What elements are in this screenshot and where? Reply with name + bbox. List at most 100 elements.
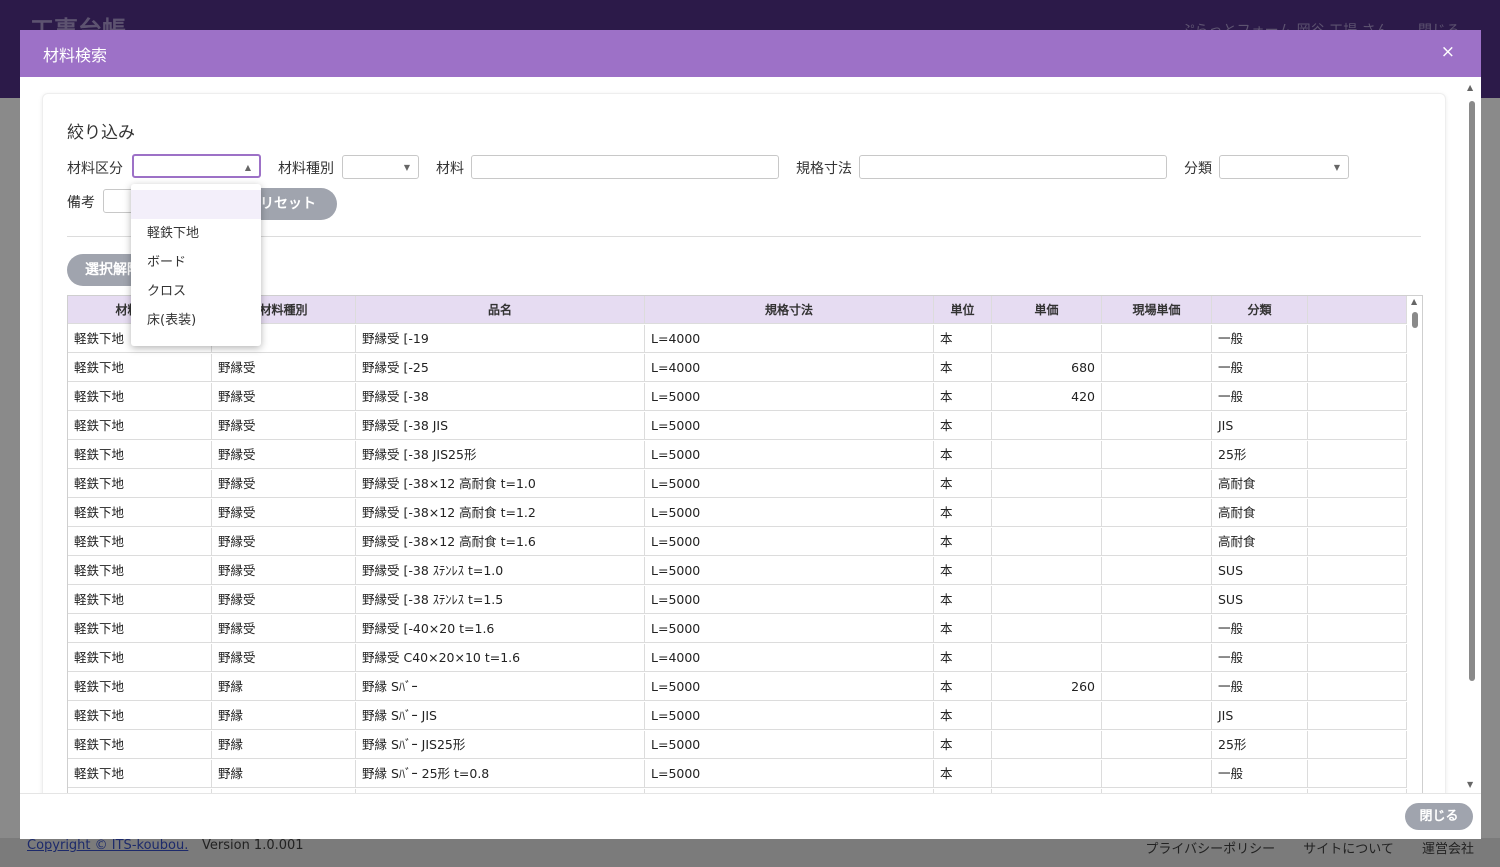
dropdown-option[interactable]: 床(表装)	[131, 306, 261, 335]
table-row[interactable]: 軽鉄下地 野縁受 野縁受 [-38 JIS25形 L=5000 本 25形	[68, 441, 1407, 470]
column-header: 現場単価	[1102, 296, 1212, 324]
table-cell: 野縁受	[212, 412, 356, 440]
table-cell: 野縁 Sﾊﾞｰ JIS25形	[356, 731, 645, 759]
spec-input[interactable]	[859, 155, 1167, 179]
column-header: 単価	[992, 296, 1102, 324]
footer-links: プライバシーポリシー サイトについて 運営会社	[1121, 838, 1474, 857]
table-row[interactable]: 軽鉄下地 野縁受 野縁受 [-38 L=5000 本 420 一般	[68, 383, 1407, 412]
material-label: 材料	[436, 161, 464, 177]
table-cell: 野縁受 [-19	[356, 325, 645, 353]
dropdown-option[interactable]	[131, 190, 261, 219]
table-scrollbar[interactable]: ▲	[1409, 296, 1421, 793]
table-cell	[992, 470, 1102, 498]
table-row[interactable]: 軽鉄下地 野縁 野縁 Sﾊﾞｰ JIS L=5000 本 JIS	[68, 702, 1407, 731]
table-cell: L=4000	[645, 325, 934, 353]
table-cell	[1102, 325, 1212, 353]
material-search-modal: 材料検索 × 絞り込み 材料区分 ▲ 材料種別 ▼ 材料 規格寸法 分類 ▼ 備…	[20, 30, 1481, 839]
chevron-down-icon: ▼	[403, 163, 410, 172]
table-row[interactable]: 軽鉄下地 野縁受 野縁受 [-38 JIS L=5000 本 JIS	[68, 412, 1407, 441]
app-footer: Copyright © ITS-koubou. Version 1.0.001 …	[0, 838, 1500, 867]
table-cell: 野縁受	[212, 470, 356, 498]
scroll-thumb[interactable]	[1412, 312, 1418, 328]
table-row[interactable]: 軽鉄下地 野縁 野縁 Sﾊﾞｰ JIS25形 L=5000 本 25形	[68, 731, 1407, 760]
table-cell	[1308, 760, 1407, 788]
copyright-link: Copyright © ITS-koubou.	[27, 838, 189, 853]
table-cell: 高耐食	[1212, 528, 1308, 556]
dropdown-option[interactable]: 軽鉄下地	[131, 219, 261, 248]
table-cell: 野縁受	[212, 441, 356, 469]
table-cell: 軽鉄下地	[68, 644, 212, 672]
dropdown-option[interactable]: クロス	[131, 277, 261, 306]
table-cell	[1102, 412, 1212, 440]
table-cell: 本	[934, 354, 992, 382]
table-cell: 一般	[1212, 354, 1308, 382]
table-cell	[1102, 644, 1212, 672]
table-cell: 野縁受 [-38×12 高耐食 t=1.6	[356, 528, 645, 556]
table-cell	[992, 412, 1102, 440]
table-cell: L=5000	[645, 673, 934, 701]
table-cell: 一般	[1212, 325, 1308, 353]
table-cell: 本	[934, 470, 992, 498]
table-cell	[1308, 499, 1407, 527]
table-cell: L=5000	[645, 731, 934, 759]
table-cell: 軽鉄下地	[68, 557, 212, 585]
scroll-thumb[interactable]	[1469, 101, 1475, 681]
modal-scrollbar[interactable]: ▲ ▼	[1467, 83, 1477, 789]
table-cell: L=5000	[645, 499, 934, 527]
table-row[interactable]: 軽鉄下地 野縁受 野縁受 [-38 ｽﾃﾝﾚｽ t=1.0 L=5000 本 SUS	[68, 557, 1407, 586]
table-cell	[1308, 586, 1407, 614]
table-cell	[1102, 499, 1212, 527]
table-row[interactable]: 軽鉄下地 野縁受 野縁受 [-38×12 高耐食 t=1.6 L=5000 本 高耐食	[68, 528, 1407, 557]
table-cell: 高耐食	[1212, 499, 1308, 527]
table-row[interactable]: 軽鉄下地野縁受野縁受 [-19L=4000本一般	[68, 325, 1407, 354]
table-row[interactable]: 軽鉄下地 野縁受 野縁受 [-38×12 高耐食 t=1.0 L=5000 本 高耐食	[68, 470, 1407, 499]
table-cell: 軽鉄下地	[68, 760, 212, 788]
column-header: 規格寸法	[645, 296, 934, 324]
table-cell: L=4000	[645, 644, 934, 672]
material-input[interactable]	[471, 155, 779, 179]
table-cell	[992, 528, 1102, 556]
scroll-down-icon[interactable]: ▼	[1467, 780, 1473, 789]
kind-select[interactable]: ▼	[342, 155, 419, 179]
table-row[interactable]: 軽鉄下地 野縁 野縁 Sﾊﾞｰ 25形 t=0.8 L=5000 本 一般	[68, 760, 1407, 789]
table-cell: 25形	[1212, 441, 1308, 469]
table-cell	[992, 499, 1102, 527]
table-row[interactable]: 軽鉄下地 野縁 野縁 Sﾊﾞｰ L=5000 本 260 一般	[68, 673, 1407, 702]
material-table: 材料区分材料種別品名規格寸法単位単価現場単価分類軽鉄下地野縁受野縁受 [-19L…	[67, 295, 1423, 793]
table-row[interactable]: 軽鉄下地 野縁受 野縁受 [-38 ｽﾃﾝﾚｽ t=1.5 L=5000 本 SUS	[68, 586, 1407, 615]
table-row[interactable]: 軽鉄下地 野縁受 野縁受 [-38×12 高耐食 t=1.2 L=5000 本 高耐食	[68, 499, 1407, 528]
category-select[interactable]: ▲	[132, 154, 261, 178]
table-cell: 軽鉄下地	[68, 528, 212, 556]
close-icon[interactable]: ×	[1441, 42, 1455, 62]
table-cell: 野縁受 [-38 ｽﾃﾝﾚｽ t=1.0	[356, 557, 645, 585]
scroll-up-icon[interactable]: ▲	[1467, 83, 1473, 92]
table-cell	[1308, 470, 1407, 498]
dropdown-option[interactable]: ボード	[131, 248, 261, 277]
table-cell	[1102, 383, 1212, 411]
table-cell	[992, 557, 1102, 585]
modal-footer: 閉じる	[20, 793, 1481, 839]
chevron-up-icon: ▲	[244, 163, 251, 172]
table-cell: 一般	[1212, 673, 1308, 701]
table-row[interactable]: 軽鉄下地 野縁受 野縁受 [-25 L=4000 本 680 一般	[68, 354, 1407, 383]
class-select[interactable]: ▼	[1219, 155, 1349, 179]
column-header	[1308, 296, 1407, 324]
scroll-up-icon[interactable]: ▲	[1411, 297, 1417, 306]
table-cell: 野縁受 [-25	[356, 354, 645, 382]
table-cell: 野縁受	[212, 383, 356, 411]
table-cell	[992, 731, 1102, 759]
table-cell: 260	[992, 673, 1102, 701]
table-header-row: 材料区分材料種別品名規格寸法単位単価現場単価分類	[68, 296, 1407, 325]
table-cell	[1102, 702, 1212, 730]
table-cell: 680	[992, 354, 1102, 382]
column-header: 単位	[934, 296, 992, 324]
table-cell: 野縁 Sﾊﾞｰ JIS	[356, 702, 645, 730]
table-cell: 野縁受 [-38 JIS25形	[356, 441, 645, 469]
table-row[interactable]: 軽鉄下地 野縁受 野縁受 C40×20×10 t=1.6 L=4000 本 一般	[68, 644, 1407, 673]
table-cell: 野縁受	[212, 557, 356, 585]
table-cell	[1102, 586, 1212, 614]
table-cell: 野縁受	[212, 615, 356, 643]
table-cell: 本	[934, 673, 992, 701]
table-row[interactable]: 軽鉄下地 野縁受 野縁受 [-40×20 t=1.6 L=5000 本 一般	[68, 615, 1407, 644]
close-button[interactable]: 閉じる	[1405, 803, 1473, 830]
